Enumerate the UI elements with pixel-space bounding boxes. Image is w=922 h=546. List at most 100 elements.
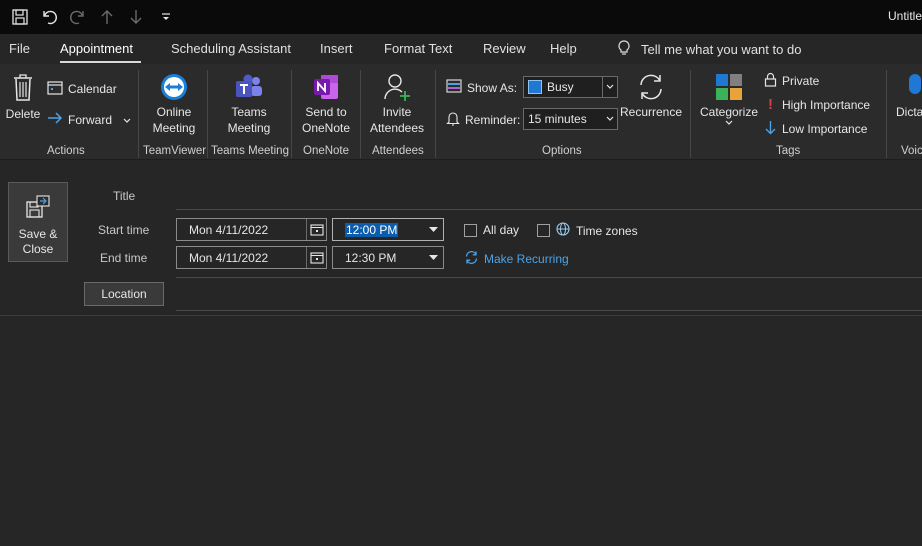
send-to-onenote-label-line1: Send to — [305, 105, 347, 119]
tab-help[interactable]: Help — [550, 41, 577, 56]
invite-attendees-button[interactable]: Invite Attendees — [368, 70, 426, 136]
calendar-button[interactable]: Calendar — [47, 80, 117, 98]
group-divider — [207, 70, 208, 158]
group-divider — [690, 70, 691, 158]
forward-arrow-icon — [47, 112, 63, 127]
calendar-icon[interactable] — [306, 219, 326, 240]
end-date-picker[interactable]: Mon 4/11/2022 — [176, 246, 327, 269]
title-input[interactable] — [176, 182, 922, 209]
teamviewer-icon — [148, 70, 200, 104]
recurrence-button[interactable]: Recurrence — [620, 70, 682, 120]
reminder-label-row: Reminder: — [446, 111, 520, 129]
dictate-button[interactable]: Dicta — [896, 70, 922, 120]
chevron-down-icon — [602, 109, 617, 129]
recurrence-label: Recurrence — [620, 105, 683, 119]
categorize-button[interactable]: Categorize — [698, 70, 760, 130]
globe-icon — [556, 222, 570, 239]
end-time-value: 12:30 PM — [345, 250, 397, 265]
forward-label: Forward — [68, 112, 113, 127]
delete-label: Delete — [5, 107, 41, 121]
time-row-divider — [176, 277, 922, 278]
group-label-teamviewer: TeamViewer — [143, 145, 207, 157]
all-day-label: All day — [483, 223, 520, 237]
tab-review[interactable]: Review — [483, 41, 526, 56]
end-time-label: End time — [100, 251, 148, 265]
low-importance-button[interactable]: Low Importance — [764, 120, 867, 138]
high-importance-button[interactable]: ! High Importance — [764, 96, 870, 113]
save-and-close-button[interactable]: Save & Close — [8, 182, 68, 262]
teams-meeting-button[interactable]: Teams Meeting — [222, 70, 276, 136]
dictate-label: Dicta — [896, 105, 922, 119]
undo-icon[interactable] — [38, 7, 60, 27]
private-button[interactable]: Private — [764, 72, 819, 90]
show-as-dropdown[interactable]: Busy — [523, 76, 618, 98]
group-divider — [435, 70, 436, 158]
chevron-down-icon — [602, 77, 617, 97]
teams-meeting-label-line1: Teams — [231, 105, 267, 119]
time-zones-checkbox[interactable]: Time zones — [537, 222, 638, 239]
show-as-value: Busy — [547, 80, 574, 94]
make-recurring-link[interactable]: Make Recurring — [464, 250, 569, 268]
all-day-checkbox[interactable]: All day — [464, 223, 519, 237]
categorize-icon — [698, 70, 760, 104]
location-input[interactable] — [176, 282, 922, 309]
location-button[interactable]: Location — [84, 282, 164, 306]
tab-scheduling-assistant[interactable]: Scheduling Assistant — [171, 41, 291, 56]
group-label-teams-meeting: Teams Meeting — [211, 145, 289, 157]
tab-insert[interactable]: Insert — [320, 41, 353, 56]
arrow-down-icon — [125, 7, 147, 27]
reminder-dropdown[interactable]: 15 minutes — [523, 108, 618, 130]
trash-icon — [4, 70, 42, 104]
group-label-voice: Voic — [901, 145, 922, 157]
tab-format-text[interactable]: Format Text — [384, 41, 452, 56]
exclamation-icon: ! — [768, 96, 773, 113]
online-meeting-label-line2: Meeting — [152, 121, 196, 135]
location-underline — [176, 310, 922, 311]
ribbon: Delete Calendar Forward Actions Online M… — [0, 64, 922, 160]
redo-icon — [67, 7, 89, 27]
online-meeting-button[interactable]: Online Meeting — [148, 70, 200, 136]
low-importance-label: Low Importance — [782, 122, 868, 136]
group-divider — [360, 70, 361, 158]
send-to-onenote-button[interactable]: Send to OneNote — [300, 70, 352, 136]
checkbox-box — [537, 224, 550, 237]
show-as-label-row: Show As: — [446, 79, 517, 96]
title-underline — [176, 209, 922, 210]
teams-meeting-label-line2: Meeting — [227, 121, 271, 135]
calendar-label: Calendar — [68, 82, 117, 96]
tell-me-search[interactable]: Tell me what you want to do — [617, 40, 801, 59]
start-time-label: Start time — [98, 223, 150, 237]
end-date-value: Mon 4/11/2022 — [189, 250, 269, 265]
calendar-icon[interactable] — [306, 247, 326, 268]
tab-appointment[interactable]: Appointment — [60, 41, 133, 56]
group-label-onenote: OneNote — [303, 145, 350, 157]
make-recurring-label: Make Recurring — [484, 252, 569, 266]
forward-button[interactable]: Forward — [47, 112, 131, 127]
invite-attendees-label-line2: Attendees — [369, 121, 425, 135]
reminder-value: 15 minutes — [528, 112, 587, 126]
arrow-up-icon — [96, 7, 118, 27]
onenote-icon — [300, 70, 352, 104]
customize-toolbar-icon[interactable] — [155, 7, 177, 27]
checkbox-box — [464, 223, 477, 237]
send-to-onenote-label-line2: OneNote — [301, 121, 351, 135]
chevron-down-icon — [698, 120, 760, 130]
show-as-icon — [446, 79, 462, 96]
delete-button[interactable]: Delete — [4, 70, 42, 122]
add-person-icon — [368, 70, 426, 104]
start-date-picker[interactable]: Mon 4/11/2022 — [176, 218, 327, 241]
invite-attendees-label-line1: Invite — [382, 105, 412, 119]
save-close-label-line1: Save & — [18, 227, 58, 241]
tab-file[interactable]: File — [9, 41, 30, 56]
lock-icon — [764, 72, 777, 90]
arrow-down-icon — [764, 120, 777, 138]
group-divider — [138, 70, 139, 158]
online-meeting-label-line1: Online — [156, 105, 192, 119]
recurrence-icon — [464, 250, 479, 268]
start-time-dropdown[interactable]: 12:00 PM — [332, 218, 444, 241]
end-time-dropdown[interactable]: 12:30 PM — [332, 246, 444, 269]
high-importance-label: High Importance — [782, 97, 871, 112]
notes-body[interactable] — [0, 316, 922, 546]
save-icon[interactable] — [9, 7, 31, 27]
reminder-label: Reminder: — [465, 113, 521, 127]
